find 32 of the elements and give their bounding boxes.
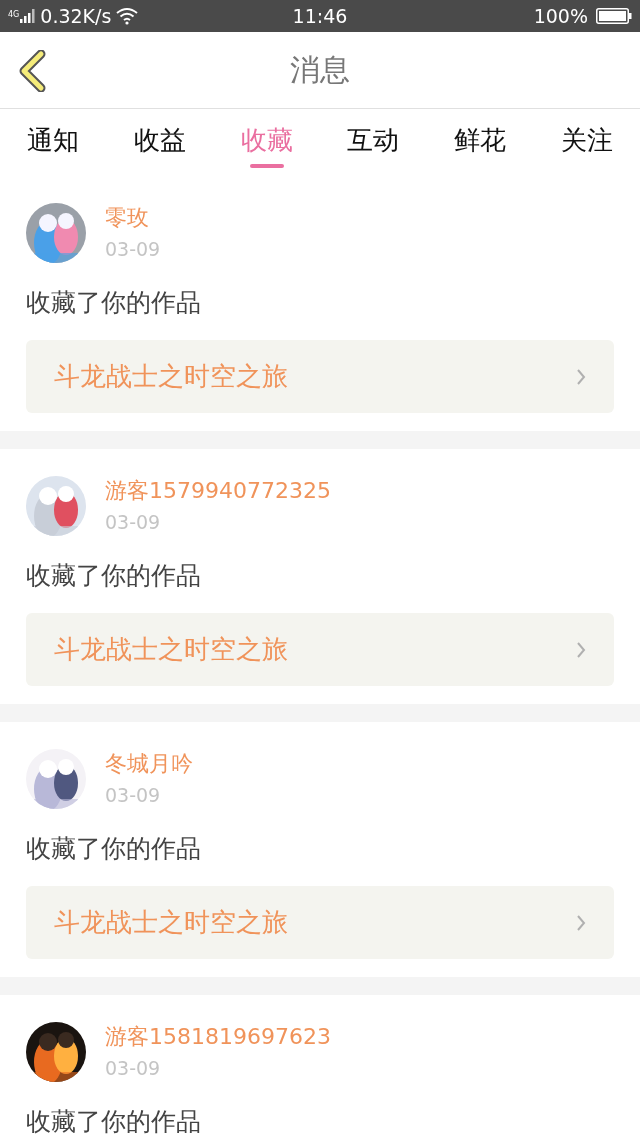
tab[interactable]: 互动 bbox=[320, 109, 427, 176]
network-type: 4G bbox=[8, 10, 20, 19]
message-date: 03-09 bbox=[105, 1056, 162, 1080]
message-date: 03-09 bbox=[105, 783, 162, 807]
message-text: 收藏了你的作品 bbox=[26, 287, 202, 319]
user-name[interactable]: 冬城月吟 bbox=[105, 751, 193, 777]
tab[interactable]: 关注 bbox=[533, 109, 640, 176]
network-speed: 0.32K/s bbox=[40, 5, 112, 27]
message-text: 收藏了你的作品 bbox=[26, 833, 202, 865]
work-link[interactable]: 斗龙战士之时空之旅 bbox=[26, 613, 614, 686]
battery-level: 100% bbox=[533, 5, 588, 27]
battery-icon bbox=[596, 8, 632, 24]
wifi-icon bbox=[115, 7, 140, 25]
user-name[interactable]: 零玫 bbox=[105, 205, 161, 231]
user-name[interactable]: 游客1581819697623 bbox=[105, 1024, 331, 1050]
message-date: 03-09 bbox=[105, 237, 161, 261]
work-link[interactable]: 斗龙战士之时空之旅 bbox=[26, 886, 614, 959]
tab[interactable]: 通知 bbox=[0, 109, 107, 176]
message-text: 收藏了你的作品 bbox=[26, 560, 202, 592]
page-title: 消息 bbox=[290, 50, 350, 89]
signal-icon bbox=[20, 9, 37, 23]
tab[interactable]: 收藏 bbox=[213, 109, 320, 176]
user-name[interactable]: 游客1579940772325 bbox=[105, 478, 331, 504]
clock: 11:46 bbox=[292, 5, 348, 27]
work-link[interactable]: 斗龙战士之时空之旅 bbox=[26, 340, 614, 413]
tab[interactable]: 鲜花 bbox=[426, 109, 534, 176]
tab[interactable]: 收益 bbox=[106, 109, 214, 176]
chevron-icon bbox=[576, 640, 586, 659]
chevron-icon bbox=[576, 913, 586, 932]
message-date: 03-09 bbox=[105, 510, 162, 534]
chevron-icon bbox=[576, 367, 586, 386]
message-text: 收藏了你的作品 bbox=[26, 1106, 202, 1138]
